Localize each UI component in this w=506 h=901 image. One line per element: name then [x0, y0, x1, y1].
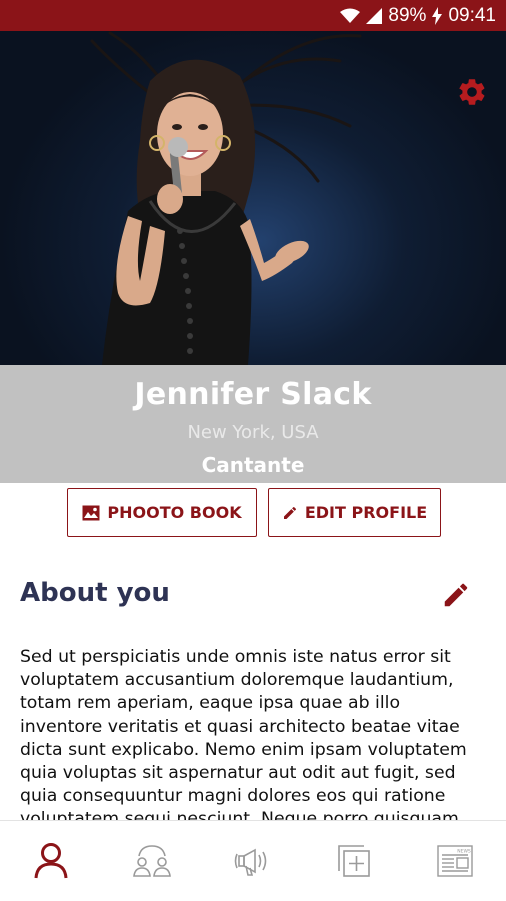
news-label: NEWS	[458, 849, 472, 855]
profile-icon	[34, 843, 68, 879]
clock: 09:41	[448, 4, 496, 26]
about-heading: About you	[20, 578, 170, 608]
megaphone-icon	[234, 848, 267, 876]
nav-news[interactable]: NEWS	[405, 821, 506, 901]
bottom-nav: NEWS	[0, 820, 506, 901]
status-bar: 89% 09:41	[0, 0, 506, 31]
photo-icon	[82, 505, 100, 520]
news-icon: NEWS	[437, 845, 474, 877]
edit-about-button[interactable]	[441, 580, 471, 610]
gear-icon	[459, 79, 485, 105]
photo-book-button[interactable]: PHOOTO BOOK	[67, 488, 257, 537]
profile-photo	[0, 31, 506, 365]
edit-profile-label: EDIT PROFILE	[304, 503, 428, 522]
singer-illustration	[90, 31, 362, 365]
nav-community[interactable]	[101, 821, 202, 901]
community-icon	[132, 845, 171, 877]
about-text: Sed ut perspiciatis unde omnis iste natu…	[20, 647, 467, 820]
pencil-icon	[283, 506, 296, 519]
pencil-icon	[444, 583, 468, 607]
nav-add-post[interactable]	[304, 821, 405, 901]
add-post-icon	[338, 845, 371, 877]
nav-announcements[interactable]	[202, 821, 303, 901]
settings-button[interactable]	[456, 76, 488, 108]
photo-book-label: PHOOTO BOOK	[107, 503, 242, 522]
profile-role: Cantante	[201, 453, 305, 477]
nav-profile[interactable]	[0, 821, 101, 901]
charging-icon	[432, 6, 443, 25]
battery-percent: 89%	[388, 4, 427, 26]
edit-profile-button[interactable]: EDIT PROFILE	[268, 488, 441, 537]
profile-header: Jennifer Slack New York, USA Cantante	[0, 365, 506, 483]
profile-location: New York, USA	[187, 422, 319, 443]
profile-name: Jennifer Slack	[134, 377, 372, 412]
signal-icon	[366, 7, 383, 24]
wifi-icon	[340, 8, 361, 24]
